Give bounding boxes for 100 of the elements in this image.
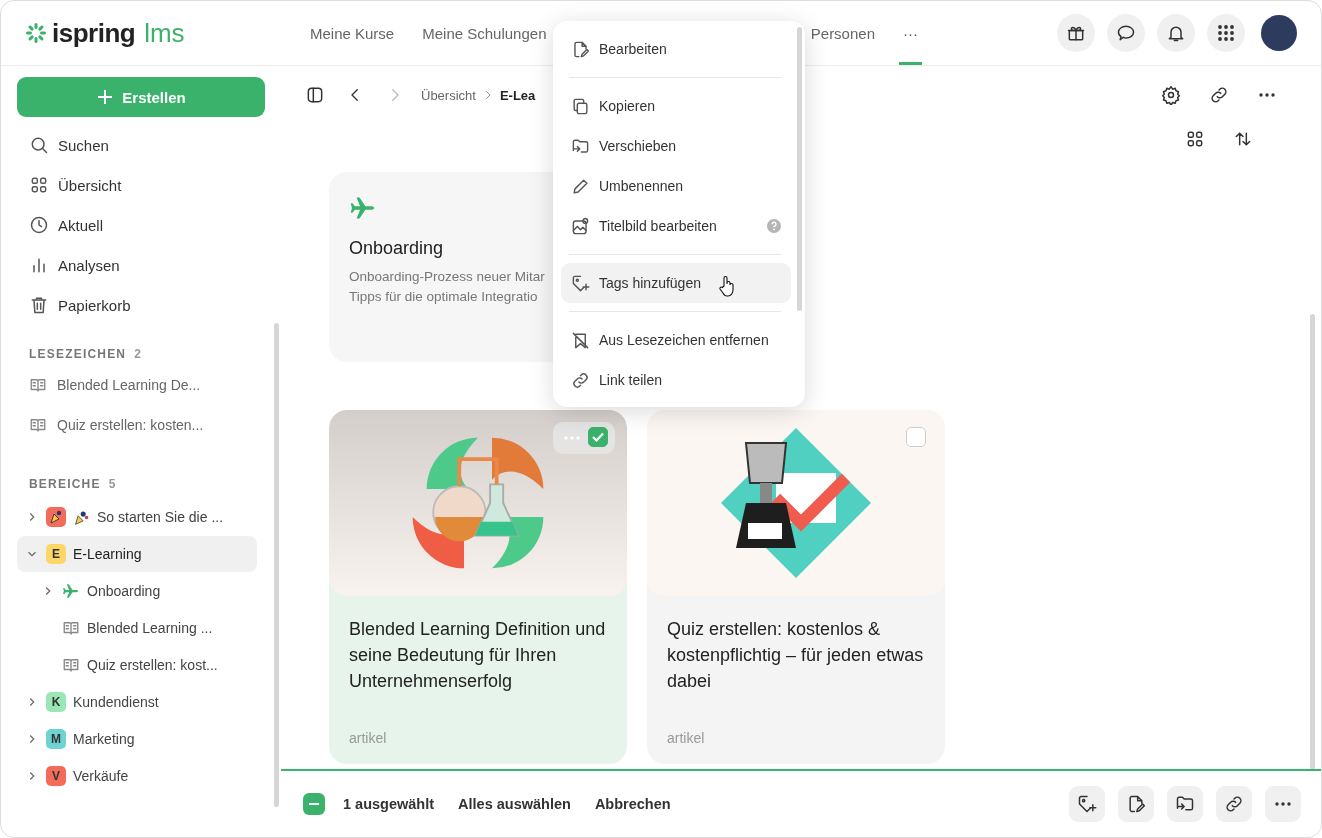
tree-item[interactable]: K Kundendienst (17, 684, 257, 720)
airplane-icon (62, 582, 80, 600)
tag-add-icon (1077, 794, 1097, 814)
notifications-button[interactable] (1157, 14, 1195, 52)
tree-item-label: Marketing (73, 731, 135, 747)
search-icon (29, 135, 49, 155)
move-folder-icon (1175, 794, 1195, 814)
sort-icon (1233, 129, 1253, 149)
link-button[interactable] (1216, 786, 1252, 822)
move-folder-icon (571, 136, 590, 156)
settings-icon (1161, 85, 1181, 105)
bookmark-item[interactable]: Quiz erstellen: kosten... (17, 405, 281, 445)
tree-item[interactable]: M Marketing (17, 721, 257, 757)
card-title: Blended Learning Definition und seine Bedeutung für Ihren Unternehmenserfolg (348, 618, 607, 693)
space-badge: V (46, 766, 66, 786)
link-icon (571, 370, 590, 390)
bookmark-remove-icon (571, 330, 590, 350)
tree-item[interactable]: So starten Sie die ... (17, 499, 257, 535)
sidebar-item[interactable]: Papierkorb (17, 285, 281, 325)
edit-button[interactable] (1118, 786, 1154, 822)
section-count: 2 (134, 347, 143, 361)
folder-description: Onboarding-Prozess neuer Mitar Tipps für die optimale Integratio (349, 268, 545, 306)
section-count: 5 (108, 477, 117, 491)
more-button[interactable] (1265, 786, 1301, 822)
nav-tab[interactable]: Meine Kurse (306, 4, 399, 65)
minus-icon (309, 803, 319, 805)
nav-tab[interactable]: Personen (806, 4, 879, 65)
menu-item[interactable]: Bearbeiten (561, 29, 791, 69)
tree-item-label: E-Learning (73, 546, 142, 562)
grid-icon (29, 175, 49, 195)
card-title: Quiz erstellen: kostenlos & kostenpflichtig – für jeden etwas dabei (666, 618, 925, 693)
bookmark-item[interactable]: Blended Learning De... (17, 365, 281, 405)
menu-item[interactable]: Kopieren (561, 86, 791, 126)
select-all-button[interactable]: Alles auswählen (458, 796, 571, 812)
grid-icon (1185, 129, 1205, 149)
section-title: BEREICHE (29, 477, 101, 491)
tag-add-icon (571, 273, 590, 293)
tree-item[interactable]: Blended Learning ... (17, 610, 257, 646)
tree-item-label: Blended Learning ... (87, 620, 213, 636)
tree-item-label: Verkäufe (73, 768, 129, 784)
section-title: LESEZEICHEN (29, 347, 127, 361)
scrollbar[interactable] (1310, 314, 1315, 769)
nav-tab[interactable]: Meine Schulungen (418, 4, 551, 65)
sidebar-item[interactable]: Aktuell (17, 205, 281, 245)
tree-item-label: Quiz erstellen: kost... (87, 657, 218, 673)
book-icon (29, 376, 47, 394)
scrollbar[interactable] (797, 27, 802, 311)
card-type: artikel (666, 730, 706, 748)
gift-button[interactable] (1057, 14, 1095, 52)
menu-item[interactable]: Tags hinzufügen (561, 263, 791, 303)
tree-item[interactable]: Onboarding (17, 573, 257, 609)
checkmark-icon (591, 430, 605, 444)
edit-icon (1126, 794, 1146, 814)
card-type: artikel (348, 730, 388, 748)
trash-icon (29, 295, 49, 315)
folder-title: Onboarding (349, 238, 445, 259)
checkbox[interactable] (588, 427, 608, 447)
clock-icon (29, 215, 49, 235)
user-avatar[interactable] (1261, 15, 1297, 51)
more-icon (1258, 92, 1276, 98)
apps-grid-icon (1217, 24, 1235, 42)
logo-mark-icon (25, 22, 47, 44)
sidebar-item[interactable]: Übersicht (17, 165, 281, 205)
breadcrumb-link[interactable]: E-Lea (499, 87, 536, 103)
logo[interactable]: ispring lms (25, 17, 306, 49)
apps-button[interactable] (1207, 14, 1245, 52)
tree-item-label: So starten Sie die ... (97, 509, 224, 525)
chat-bubble-icon (1116, 23, 1136, 43)
link-icon (1224, 794, 1244, 814)
cancel-button[interactable]: Abbrechen (594, 796, 671, 812)
space-badge: K (46, 692, 66, 712)
breadcrumb-link[interactable]: Übersicht (421, 87, 476, 103)
article-card[interactable]: Quiz erstellen: kostenlos & kostenpflichtig – für jeden etwas dabei artikel (647, 410, 945, 764)
hand-cursor-icon (719, 275, 735, 297)
menu-item[interactable]: Link teilen (561, 360, 791, 400)
book-icon (62, 656, 80, 674)
tree-item[interactable]: E E-Learning (17, 536, 257, 572)
link-icon (1209, 85, 1229, 105)
tag-button[interactable] (1069, 786, 1105, 822)
book-icon (29, 416, 47, 434)
edit-icon (571, 39, 590, 59)
pencil-icon (571, 176, 590, 196)
tree-item-label: Kundendienst (73, 694, 159, 710)
tree-item[interactable]: Quiz erstellen: kost... (17, 647, 257, 683)
move-button[interactable] (1167, 786, 1203, 822)
select-all-checkbox[interactable] (303, 793, 325, 815)
chat-button[interactable] (1107, 14, 1145, 52)
menu-item[interactable]: Verschieben (561, 126, 791, 166)
copy-icon (571, 96, 590, 116)
sidebar-item[interactable]: Suchen (17, 125, 281, 165)
article-card[interactable]: Blended Learning Definition und seine Bedeutung für Ihren Unternehmenserfolg artikel (329, 410, 627, 764)
scrollbar[interactable] (274, 323, 279, 807)
space-badge: M (46, 729, 66, 749)
sidebar-item[interactable]: Analysen (17, 245, 281, 285)
checkbox[interactable] (906, 427, 926, 447)
nav-tab[interactable]: ··· (899, 4, 922, 65)
sidebar-panel-icon (305, 85, 325, 105)
plus-icon (96, 88, 115, 106)
tree-item[interactable]: V Verkäufe (17, 758, 257, 794)
more-icon (1274, 801, 1292, 807)
